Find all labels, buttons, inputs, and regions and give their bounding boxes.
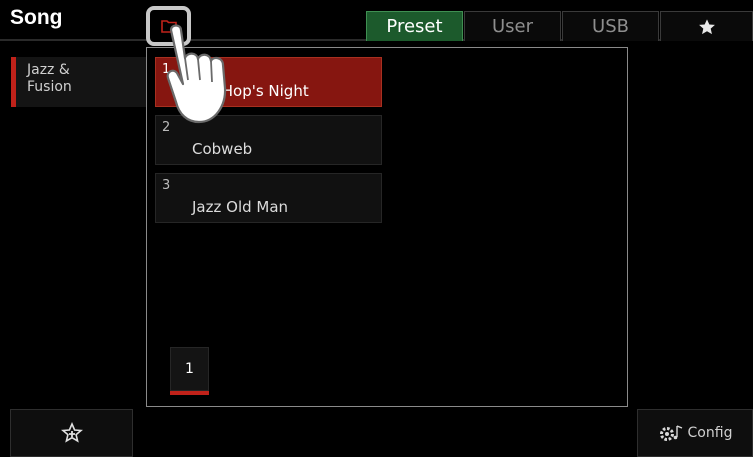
tab-usb[interactable]: USB [562, 11, 659, 41]
folder-icon [160, 20, 177, 33]
list-item-song-3[interactable]: 3 Jazz Old Man [155, 173, 382, 223]
sidebar-item-label-line1: Jazz & [27, 62, 70, 78]
page-title: Song [10, 6, 63, 29]
config-button[interactable]: Config [637, 409, 753, 457]
star-icon [698, 18, 715, 34]
star-plus-icon [60, 422, 83, 443]
tab-favorites[interactable] [660, 11, 753, 41]
gear-music-icon [659, 425, 682, 441]
list-item-song-2[interactable]: 2 Cobweb [155, 115, 382, 165]
tab-user[interactable]: User [464, 11, 561, 41]
page-indicator [170, 391, 209, 395]
config-label: Config [687, 425, 733, 441]
tab-preset[interactable]: Preset [366, 11, 463, 41]
song-name: Hip Hop's Night [192, 82, 309, 100]
list-item-song-1[interactable]: 1 Hip Hop's Night [155, 57, 382, 107]
song-name: Cobweb [192, 140, 253, 158]
sidebar-item-label-line2: Fusion [27, 79, 72, 95]
song-number: 1 [162, 62, 171, 77]
song-number: 2 [162, 120, 171, 135]
song-number: 3 [162, 178, 171, 193]
page-button-1[interactable]: 1 [170, 347, 209, 391]
folder-button[interactable] [146, 6, 191, 46]
add-favorite-button[interactable] [10, 409, 133, 457]
song-name: Jazz Old Man [192, 198, 289, 216]
sidebar-item-jazz-fusion[interactable]: Jazz & Fusion [11, 57, 146, 107]
